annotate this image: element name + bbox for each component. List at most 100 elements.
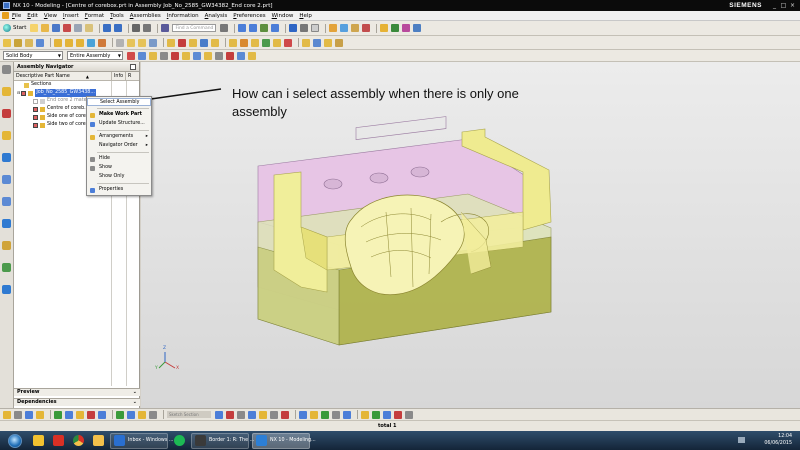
show-hide-icon[interactable] bbox=[329, 24, 338, 32]
quick-extend-icon[interactable] bbox=[310, 410, 318, 419]
search-icon[interactable] bbox=[220, 24, 229, 32]
sketch-section-dropdown[interactable]: Sketch Section bbox=[167, 411, 211, 418]
derived-lines-icon[interactable] bbox=[332, 410, 340, 419]
menu-file[interactable]: File bbox=[12, 13, 21, 19]
filter-reset-icon[interactable] bbox=[127, 51, 135, 60]
menu-insert[interactable]: Insert bbox=[63, 13, 79, 19]
dependencies-panel-header[interactable]: Dependencies ⌄ bbox=[14, 398, 140, 406]
roles-icon[interactable] bbox=[2, 285, 11, 294]
resize-face-icon[interactable] bbox=[313, 38, 321, 47]
copy-icon[interactable] bbox=[74, 24, 83, 32]
visibility-checkbox[interactable] bbox=[33, 106, 38, 112]
column-descriptive-part-name[interactable]: Descriptive Part Name ▲ bbox=[14, 72, 112, 80]
pattern-curve-icon[interactable] bbox=[65, 410, 73, 419]
menu-item-properties[interactable]: Properties bbox=[87, 186, 151, 194]
menu-assemblies[interactable]: Assemblies bbox=[130, 13, 161, 19]
windows-start-icon[interactable] bbox=[8, 433, 22, 448]
taskbar-outlook[interactable]: Inbox - Windows ... bbox=[110, 432, 173, 449]
clock-time[interactable]: 12:04 bbox=[778, 434, 792, 439]
point-icon[interactable] bbox=[178, 38, 186, 47]
curve-icon[interactable] bbox=[25, 410, 33, 419]
thicken-icon[interactable] bbox=[229, 38, 237, 47]
taskbar-nx[interactable]: NX 10 - Modeling... bbox=[252, 432, 316, 449]
paste-icon[interactable] bbox=[85, 24, 94, 32]
menu-preferences[interactable]: Preferences bbox=[233, 13, 265, 19]
pan-icon[interactable] bbox=[271, 24, 280, 32]
subtract-icon[interactable] bbox=[65, 38, 73, 47]
taskbar-filezilla[interactable] bbox=[50, 433, 67, 449]
point-on-curve-icon[interactable] bbox=[226, 51, 234, 60]
save-icon[interactable] bbox=[52, 24, 61, 32]
extend-icon[interactable] bbox=[98, 410, 106, 419]
snap-point-icon[interactable] bbox=[138, 51, 146, 60]
mirror-curve-icon[interactable] bbox=[76, 410, 84, 419]
menu-item-hide[interactable]: Hide bbox=[87, 155, 151, 163]
constraint-navigator-icon[interactable] bbox=[2, 109, 11, 118]
tree-row-sections[interactable]: Sections bbox=[14, 81, 139, 89]
column-info[interactable]: Info bbox=[112, 72, 126, 80]
rectangle-icon[interactable] bbox=[248, 410, 256, 419]
menu-item-arrangements[interactable]: Arrangements ▸ bbox=[87, 133, 151, 141]
constraints-icon[interactable] bbox=[116, 410, 124, 419]
mirror-icon[interactable] bbox=[251, 38, 259, 47]
reuse-library-icon[interactable] bbox=[2, 153, 11, 162]
orient-view-icon[interactable] bbox=[300, 24, 309, 32]
part-navigator-icon[interactable] bbox=[2, 131, 11, 140]
datum-csys-icon[interactable] bbox=[189, 38, 197, 47]
cut-icon[interactable] bbox=[63, 24, 72, 32]
chamfer-icon[interactable] bbox=[98, 38, 106, 47]
offset-region-icon[interactable] bbox=[324, 38, 332, 47]
alternate-solution-icon[interactable] bbox=[405, 410, 413, 419]
intersect-icon[interactable] bbox=[76, 38, 84, 47]
show-constraints-icon[interactable] bbox=[383, 410, 391, 419]
measure-icon[interactable] bbox=[362, 24, 371, 32]
touch-mode-icon[interactable] bbox=[161, 24, 170, 32]
menu-edit[interactable]: Edit bbox=[27, 13, 38, 19]
endpoint-icon[interactable] bbox=[149, 51, 157, 60]
new-file-icon[interactable] bbox=[30, 24, 39, 32]
hole-icon[interactable] bbox=[36, 38, 44, 47]
hd3d-tools-icon[interactable] bbox=[2, 175, 11, 184]
window-icon[interactable] bbox=[143, 24, 152, 32]
taskbar-spotify[interactable] bbox=[171, 433, 188, 449]
menu-view[interactable]: View bbox=[44, 13, 57, 19]
polygon-icon[interactable] bbox=[259, 410, 267, 419]
trim-body-icon[interactable] bbox=[116, 38, 124, 47]
revolve-icon[interactable] bbox=[25, 38, 33, 47]
background-icon[interactable] bbox=[311, 24, 320, 32]
move-face-icon[interactable] bbox=[200, 38, 208, 47]
visibility-checkbox[interactable] bbox=[21, 90, 27, 96]
intersection-point-icon[interactable] bbox=[182, 51, 190, 60]
menu-item-select-assembly[interactable]: Select Assembly bbox=[87, 98, 151, 106]
intersection-curve-icon[interactable] bbox=[343, 410, 351, 419]
type-filter-dropdown[interactable]: Solid Body ▼ bbox=[3, 51, 63, 60]
pin-icon[interactable] bbox=[130, 64, 136, 70]
open-folder-icon[interactable] bbox=[41, 24, 50, 32]
start-button[interactable]: Start bbox=[3, 24, 26, 32]
menu-item-update-structure[interactable]: Update Structure... bbox=[87, 120, 151, 128]
make-corner-icon[interactable] bbox=[321, 410, 329, 419]
extract-geometry-icon[interactable] bbox=[273, 38, 281, 47]
find-command-input[interactable]: Find a Command bbox=[172, 24, 217, 32]
midpoint-icon[interactable] bbox=[160, 51, 168, 60]
offset-face-icon[interactable] bbox=[138, 38, 146, 47]
preview-panel-header[interactable]: Preview ⌄ bbox=[14, 388, 140, 396]
arc-icon[interactable] bbox=[226, 410, 234, 419]
undo-icon[interactable] bbox=[103, 24, 112, 32]
taskbar-explorer-folder[interactable] bbox=[90, 433, 107, 449]
arc-center-icon[interactable] bbox=[193, 51, 201, 60]
unite-icon[interactable] bbox=[54, 38, 62, 47]
process-studio-icon[interactable] bbox=[2, 263, 11, 272]
column-r[interactable]: R bbox=[126, 72, 138, 80]
fillet-icon[interactable] bbox=[138, 410, 146, 419]
close-button[interactable]: × bbox=[788, 2, 797, 10]
bounded-grid-icon[interactable] bbox=[248, 51, 256, 60]
point-on-face-icon[interactable] bbox=[237, 51, 245, 60]
flag-icon[interactable] bbox=[738, 437, 745, 443]
replace-face-icon[interactable] bbox=[211, 38, 219, 47]
quadrant-point-icon[interactable] bbox=[204, 51, 212, 60]
extrude-icon[interactable] bbox=[14, 38, 22, 47]
maximize-button[interactable]: □ bbox=[779, 2, 788, 10]
gear-icon[interactable] bbox=[2, 65, 11, 74]
taskbar-chrome[interactable] bbox=[70, 433, 87, 449]
